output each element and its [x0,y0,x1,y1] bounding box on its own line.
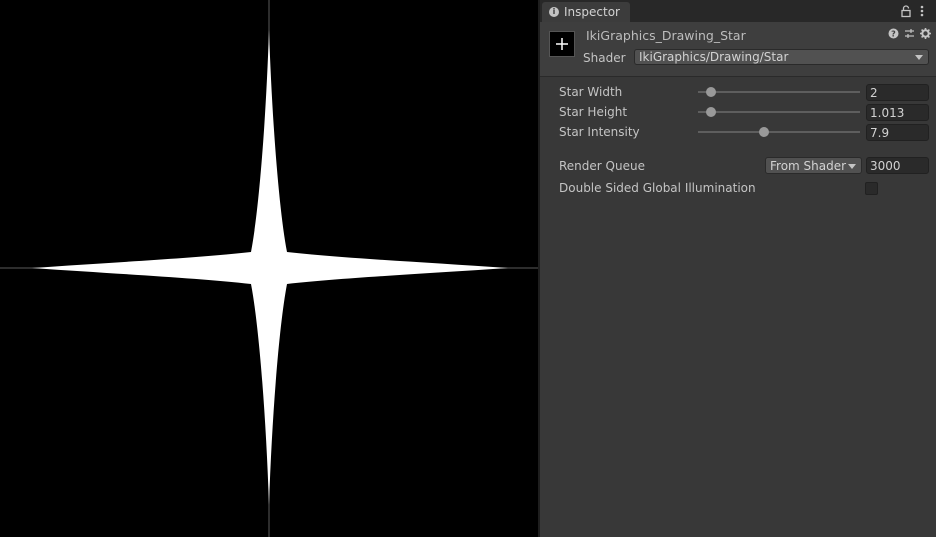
inspector-panel: i Inspector IkiGraphics_Drawing_Star ? S… [540,0,936,537]
crosshair-icon [556,38,568,50]
material-name: IkiGraphics_Drawing_Star [586,28,746,43]
lock-icon[interactable] [899,4,913,18]
render-queue-label: Render Queue [559,159,645,173]
render-queue-field[interactable]: 3000 [866,157,929,174]
double-sided-gi-label: Double Sided Global Illumination [559,181,756,195]
star-width-slider[interactable] [698,87,860,97]
gear-icon[interactable] [920,28,931,39]
material-preview-thumbnail [549,31,575,57]
presets-icon[interactable] [904,28,915,39]
scene-view[interactable] [0,0,538,537]
material-header: IkiGraphics_Drawing_Star ? Shader IkiGra… [540,22,936,77]
shader-dropdown[interactable]: IkiGraphics/Drawing/Star [634,49,929,65]
star-height-label: Star Height [559,105,628,119]
star-height-field[interactable]: 1.013 [866,104,929,121]
shader-dropdown-value: IkiGraphics/Drawing/Star [639,50,789,64]
double-sided-gi-checkbox[interactable] [865,182,878,195]
star-width-label: Star Width [559,85,623,99]
tab-inspector[interactable]: i Inspector [542,2,630,22]
inspector-tab-bar: i Inspector [540,0,936,22]
star-canvas [0,0,538,537]
star-intensity-field[interactable]: 7.9 [866,124,929,141]
info-icon: i [549,7,559,17]
render-queue-mode: From Shader [770,159,847,173]
help-icon[interactable]: ? [888,28,899,39]
chevron-down-icon [915,55,923,60]
star-height-slider-thumb[interactable] [705,107,716,117]
star-width-field[interactable]: 2 [866,84,929,101]
star-shape [32,30,508,505]
kebab-menu-icon[interactable] [917,4,927,18]
chevron-down-icon [848,164,856,169]
tab-inspector-label: Inspector [564,5,620,19]
star-intensity-label: Star Intensity [559,125,640,139]
render-queue-dropdown[interactable]: From Shader [765,157,862,174]
shader-label: Shader [583,51,626,65]
svg-text:?: ? [891,30,896,39]
star-intensity-slider-thumb[interactable] [759,127,770,137]
star-height-slider[interactable] [698,107,860,117]
star-intensity-slider[interactable] [698,127,860,137]
star-width-slider-thumb[interactable] [705,87,716,97]
